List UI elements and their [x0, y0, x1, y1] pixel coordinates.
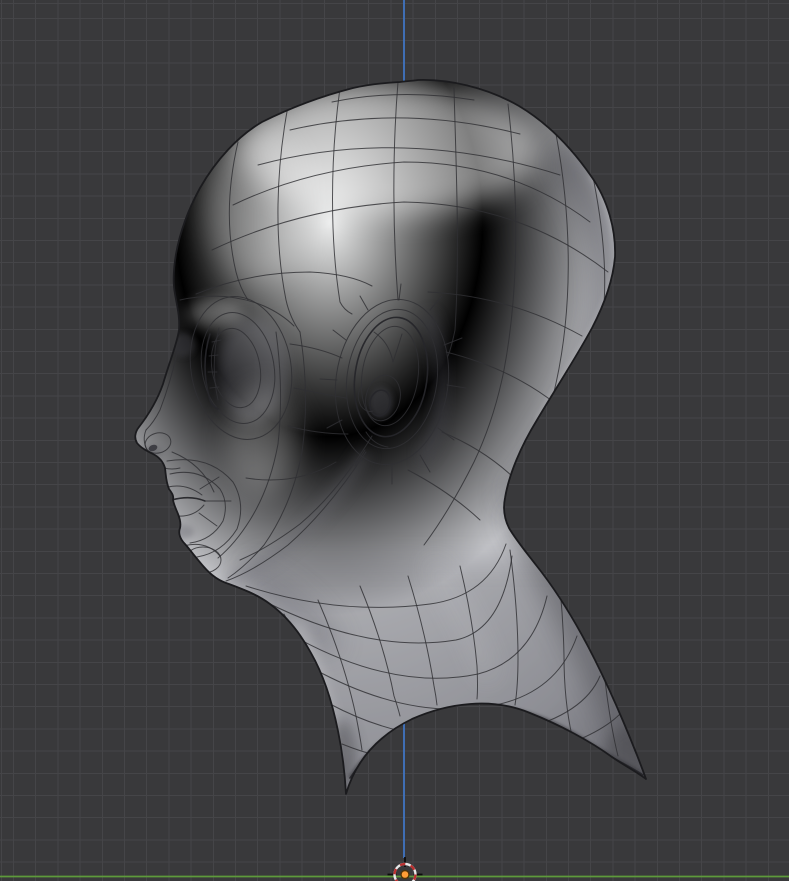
head-mesh-object[interactable]	[134, 79, 656, 800]
scene-canvas	[0, 0, 789, 881]
viewport-3d[interactable]	[0, 0, 789, 881]
object-origin-dot[interactable]	[400, 869, 410, 880]
cursor-3d[interactable]	[387, 857, 423, 881]
